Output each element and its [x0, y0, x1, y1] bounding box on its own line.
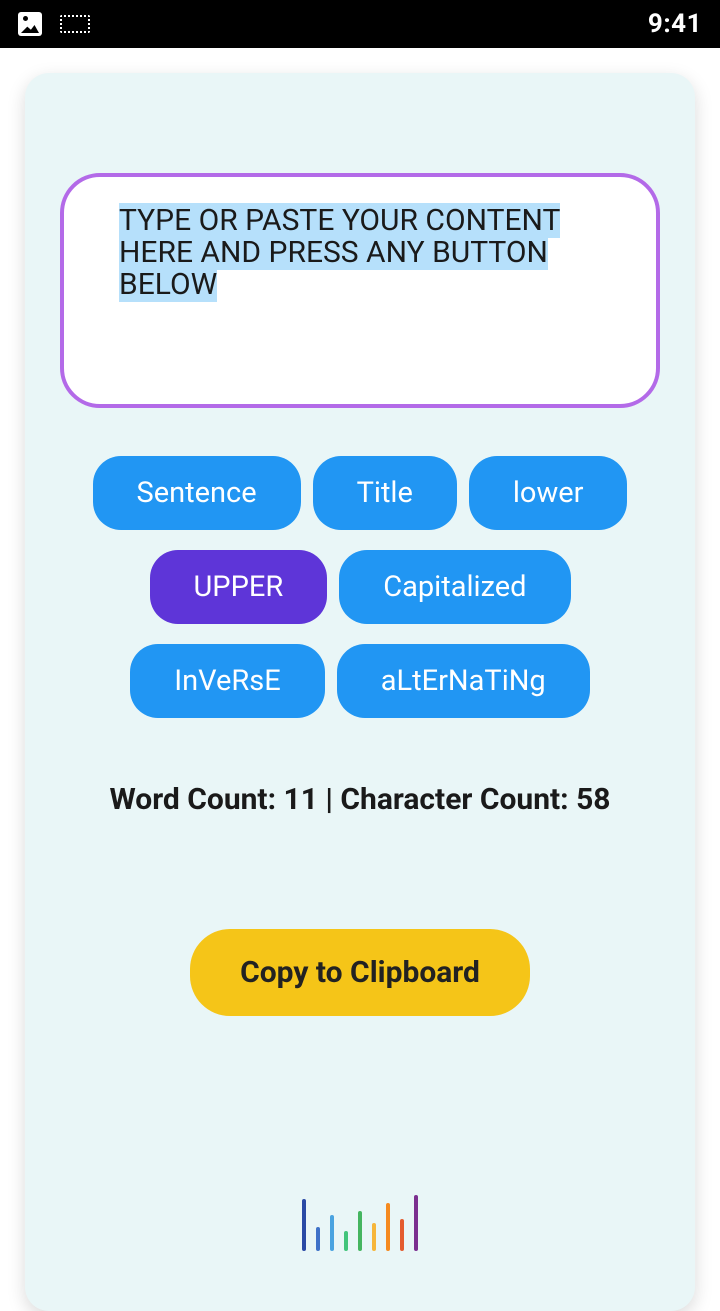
status-icons	[18, 12, 90, 36]
status-time: 9:41	[648, 9, 702, 39]
keyboard-icon	[60, 15, 90, 33]
sentence-button[interactable]: Sentence	[93, 456, 301, 530]
status-bar: 9:41	[0, 0, 720, 48]
inverse-button[interactable]: InVeRsE	[130, 644, 324, 718]
title-button[interactable]: Title	[313, 456, 457, 530]
button-row-3: InVeRsE aLtErNaTiNg	[130, 644, 589, 718]
counts-label: Word Count: 11 | Character Count: 58	[109, 782, 610, 817]
lower-button[interactable]: lower	[469, 456, 628, 530]
button-row-1: Sentence Title lower	[93, 456, 628, 530]
alternating-button[interactable]: aLtErNaTiNg	[337, 644, 590, 718]
case-button-group: Sentence Title lower UPPER Capitalized I…	[43, 456, 677, 718]
button-row-2: UPPER Capitalized	[150, 550, 571, 624]
text-input[interactable]: TYPE OR PASTE YOUR CONTENT HERE AND PRES…	[60, 173, 660, 408]
capitalized-button[interactable]: Capitalized	[339, 550, 570, 624]
copy-button[interactable]: Copy to Clipboard	[190, 929, 530, 1016]
upper-button[interactable]: UPPER	[150, 550, 328, 624]
picture-icon	[18, 12, 42, 36]
equalizer-icon	[302, 1191, 418, 1251]
text-content: TYPE OR PASTE YOUR CONTENT HERE AND PRES…	[119, 203, 560, 302]
main-card: TYPE OR PASTE YOUR CONTENT HERE AND PRES…	[25, 73, 695, 1311]
